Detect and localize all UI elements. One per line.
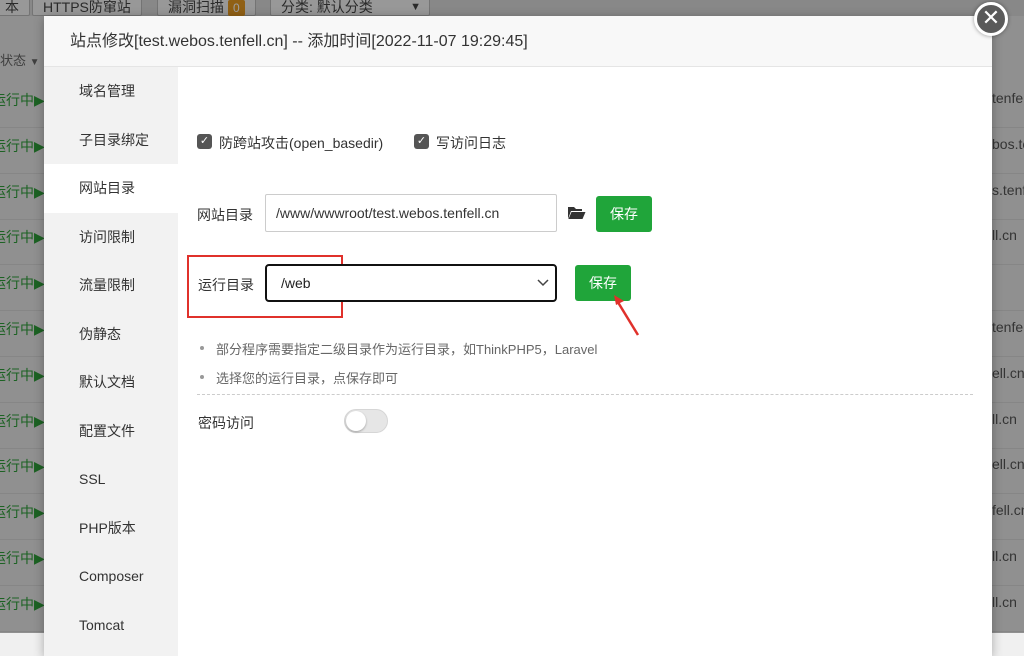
run-dir-label: 运行目录 [198, 277, 254, 293]
sidebar-item-tomcat[interactable]: Tomcat [44, 601, 178, 650]
sidebar-item-default-doc[interactable]: 默认文档 [44, 358, 178, 407]
sidebar-item-config-file[interactable]: 配置文件 [44, 407, 178, 456]
sidebar-item-site-directory[interactable]: 网站目录 [44, 164, 178, 213]
site-directory-panel: ✓ 防跨站攻击(open_basedir) ✓ 写访问日志 网站目录 /www/… [178, 67, 992, 656]
password-access-toggle[interactable] [344, 409, 388, 433]
tip-run-dir-hint: 部分程序需要指定二级目录作为运行目录，如ThinkPHP5，Laravel [216, 342, 598, 357]
site-dir-label: 网站目录 [197, 207, 253, 223]
annotation-arrow-icon [614, 295, 640, 336]
toggle-knob [346, 411, 366, 431]
folder-open-icon[interactable] [567, 205, 586, 220]
tip-bullet [200, 375, 204, 379]
chevron-down-icon [537, 266, 549, 312]
site-dir-input[interactable]: /www/wwwroot/test.webos.tenfell.cn [265, 194, 557, 232]
anti-xss-label: 防跨站攻击(open_basedir) [219, 135, 384, 151]
modal-sidebar: 域名管理 子目录绑定 网站目录 访问限制 流量限制 伪静态 默认文档 配置文件 … [44, 67, 178, 656]
section-divider [197, 394, 973, 395]
sidebar-item-ssl[interactable]: SSL [44, 455, 178, 504]
access-log-checkbox[interactable]: ✓ [414, 134, 429, 149]
sidebar-item-traffic-limit[interactable]: 流量限制 [44, 261, 178, 310]
sidebar-item-composer[interactable]: Composer [44, 552, 178, 601]
site-dir-save-button[interactable]: 保存 [596, 196, 652, 232]
sidebar-item-domain[interactable]: 域名管理 [44, 67, 178, 116]
tip-save-hint: 选择您的运行目录，点保存即可 [216, 371, 399, 386]
password-access-label: 密码访问 [198, 415, 254, 431]
anti-xss-checkbox[interactable]: ✓ [197, 134, 212, 149]
sidebar-item-rewrite[interactable]: 伪静态 [44, 310, 178, 359]
sidebar-item-access-limit[interactable]: 访问限制 [44, 213, 178, 262]
access-log-label: 写访问日志 [436, 135, 506, 151]
run-dir-selected-value: /web [281, 275, 311, 291]
run-dir-select[interactable]: /web [265, 264, 557, 302]
site-edit-modal: 站点修改[test.webos.tenfell.cn] -- 添加时间[2022… [44, 16, 992, 656]
sidebar-item-subdir-binding[interactable]: 子目录绑定 [44, 116, 178, 165]
tip-bullet [200, 346, 204, 350]
close-modal-button[interactable]: ✕ [974, 2, 1008, 36]
sidebar-item-php-version[interactable]: PHP版本 [44, 504, 178, 553]
modal-title: 站点修改[test.webos.tenfell.cn] -- 添加时间[2022… [44, 16, 992, 67]
